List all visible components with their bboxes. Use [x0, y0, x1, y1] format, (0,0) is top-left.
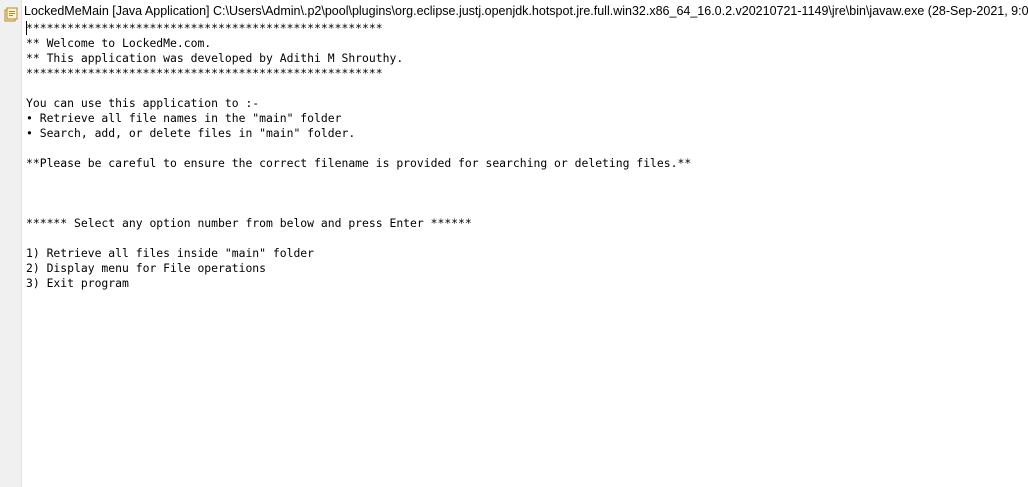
console-line: 3) Exit program: [26, 276, 129, 290]
console-line: ****************************************…: [26, 66, 383, 80]
text-caret: [26, 21, 27, 35]
console-line: ** This application was developed by Adi…: [26, 51, 404, 65]
console-line: **Please be careful to ensure the correc…: [26, 156, 692, 170]
console-line: • Retrieve all file names in the "main" …: [26, 111, 342, 125]
console-line: 1) Retrieve all files inside "main" fold…: [26, 246, 315, 260]
console-line: ****** Select any option number from bel…: [26, 216, 472, 230]
java-application-icon: [4, 7, 18, 22]
console-line: • Search, add, or delete files in "main"…: [26, 126, 356, 140]
console-gutter: [0, 0, 22, 487]
console-line: You can use this application to :-: [26, 96, 260, 110]
console-line: 2) Display menu for File operations: [26, 261, 267, 275]
console-line: ** Welcome to LockedMe.com.: [26, 36, 212, 50]
launch-title: LockedMeMain [Java Application] C:\Users…: [24, 4, 1028, 18]
console-output[interactable]: ****************************************…: [26, 21, 1024, 487]
console-line: ****************************************…: [26, 21, 383, 35]
console-view: LockedMeMain [Java Application] C:\Users…: [0, 0, 1028, 487]
